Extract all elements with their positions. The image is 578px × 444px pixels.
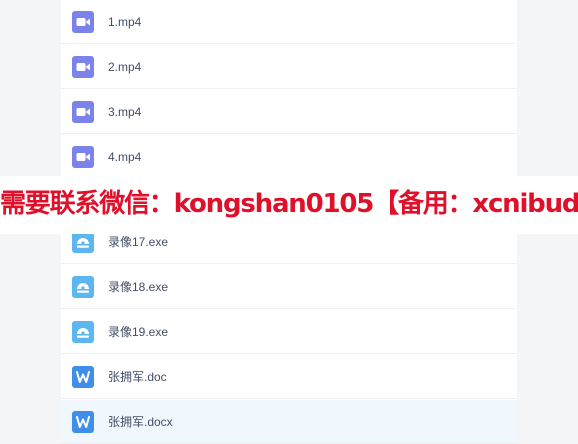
video-icon (72, 146, 94, 168)
file-row-zhangyongjun-doc[interactable]: 张拥军.doc (61, 355, 517, 399)
file-name: 4.mp4 (108, 150, 142, 164)
file-row-2-mp4[interactable]: 2.mp4 (61, 45, 517, 89)
video-icon (72, 56, 94, 78)
file-name: 录像18.exe (108, 280, 169, 294)
file-name: 3.mp4 (108, 105, 142, 119)
banner-text: 需要联系微信：kongshan0105【备用：xcnibudong0105】 (0, 189, 578, 219)
exe-icon (72, 276, 94, 298)
file-name: 张拥军.doc (108, 370, 167, 384)
file-name: 张拥军.docx (108, 415, 173, 429)
word-icon (72, 411, 94, 433)
watermark-banner: 需要联系微信：kongshan0105【备用：xcnibudong0105】 (0, 176, 578, 234)
file-row-3-mp4[interactable]: 3.mp4 (61, 90, 517, 134)
file-row-1-mp4[interactable]: 1.mp4 (61, 0, 517, 44)
file-row-luxiang18-exe[interactable]: 录像18.exe (61, 265, 517, 309)
word-icon (72, 366, 94, 388)
file-row-luxiang19-exe[interactable]: 录像19.exe (61, 310, 517, 354)
exe-icon (72, 231, 94, 253)
exe-icon (72, 321, 94, 343)
file-row-zhangyongjun-docx[interactable]: 张拥军.docx (61, 400, 517, 444)
file-name: 录像17.exe (108, 235, 169, 249)
file-name: 1.mp4 (108, 15, 142, 29)
file-row-4-mp4[interactable]: 4.mp4 (61, 135, 517, 179)
video-icon (72, 101, 94, 123)
video-icon (72, 11, 94, 33)
file-name: 2.mp4 (108, 60, 142, 74)
file-name: 录像19.exe (108, 325, 169, 339)
